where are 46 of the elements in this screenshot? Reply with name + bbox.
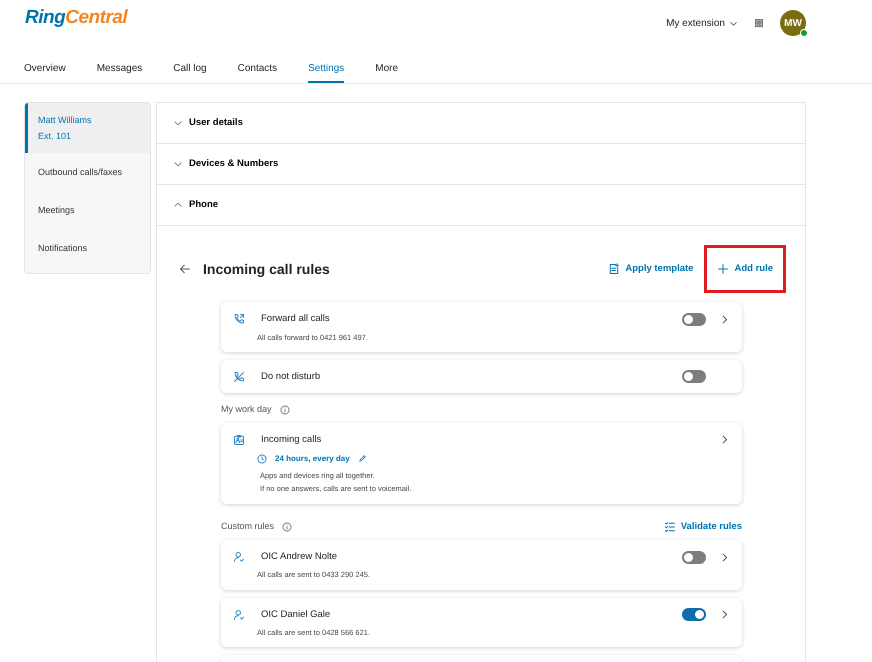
sidebar-item-text: Ext. 101: [38, 130, 72, 143]
person-check-icon: [233, 608, 245, 621]
section-label: Custom rules: [221, 520, 274, 534]
extension-menu[interactable]: My extension: [666, 16, 738, 30]
phone-forward-icon: [233, 313, 245, 326]
info-icon[interactable]: [280, 404, 290, 415]
schedule-link[interactable]: 24 hours, every day: [275, 452, 350, 465]
clock-icon: [257, 454, 267, 464]
sidebar-item-text: Matt Williams: [38, 114, 92, 127]
rule-title: Do not disturb: [261, 370, 322, 384]
toggle-switch[interactable]: [682, 370, 706, 384]
section-label: My work day: [221, 403, 272, 416]
rule-title: OIC Andrew Nolte: [261, 550, 338, 564]
nav-tab[interactable]: Call log: [173, 46, 207, 83]
nav-tab[interactable]: Overview: [24, 46, 66, 83]
contact-badge-icon: [233, 434, 245, 446]
nav-tab[interactable]: Settings: [308, 46, 344, 83]
person-check-icon: [233, 551, 245, 564]
back-arrow-icon[interactable]: [179, 263, 191, 276]
sidebar-item-panel[interactable]: Matt Williams Ext. 101: [25, 103, 150, 153]
validate-rules-button[interactable]: Validate rules: [664, 520, 742, 534]
rule-title: Forward all calls: [261, 312, 331, 326]
pencil-icon[interactable]: [358, 454, 367, 464]
nav-tab[interactable]: Messages: [96, 46, 142, 83]
add-rule-button[interactable]: Add rule: [707, 248, 783, 290]
rule-card[interactable]: Do not disturb: [221, 360, 742, 393]
apps-grid-icon[interactable]: [754, 18, 764, 28]
apply-template-button[interactable]: Apply template: [602, 254, 700, 284]
sidebar-item[interactable]: Outbound calls/faxes: [25, 153, 150, 191]
sidebar-item[interactable]: Notifications: [25, 229, 150, 267]
sidebar-item[interactable]: Meetings: [25, 191, 150, 229]
document-plus-icon: [608, 263, 620, 276]
toggle-switch[interactable]: [682, 550, 706, 564]
avatar[interactable]: MW: [780, 10, 806, 36]
nav-tab[interactable]: More: [375, 46, 398, 83]
checklist-icon: [664, 520, 676, 533]
phone-off-icon: [233, 370, 245, 383]
toggle-switch[interactable]: [682, 608, 706, 622]
info-icon[interactable]: [282, 522, 292, 532]
page-title: Incoming call rules: [203, 260, 330, 279]
logo[interactable]: RingCentral: [25, 8, 128, 27]
nav-tab[interactable]: Contacts: [238, 46, 278, 83]
plus-icon: [717, 263, 730, 276]
rule-title: Incoming calls: [261, 432, 322, 446]
rule-title: OIC Daniel Gale: [261, 608, 332, 622]
toggle-switch[interactable]: [682, 312, 706, 326]
